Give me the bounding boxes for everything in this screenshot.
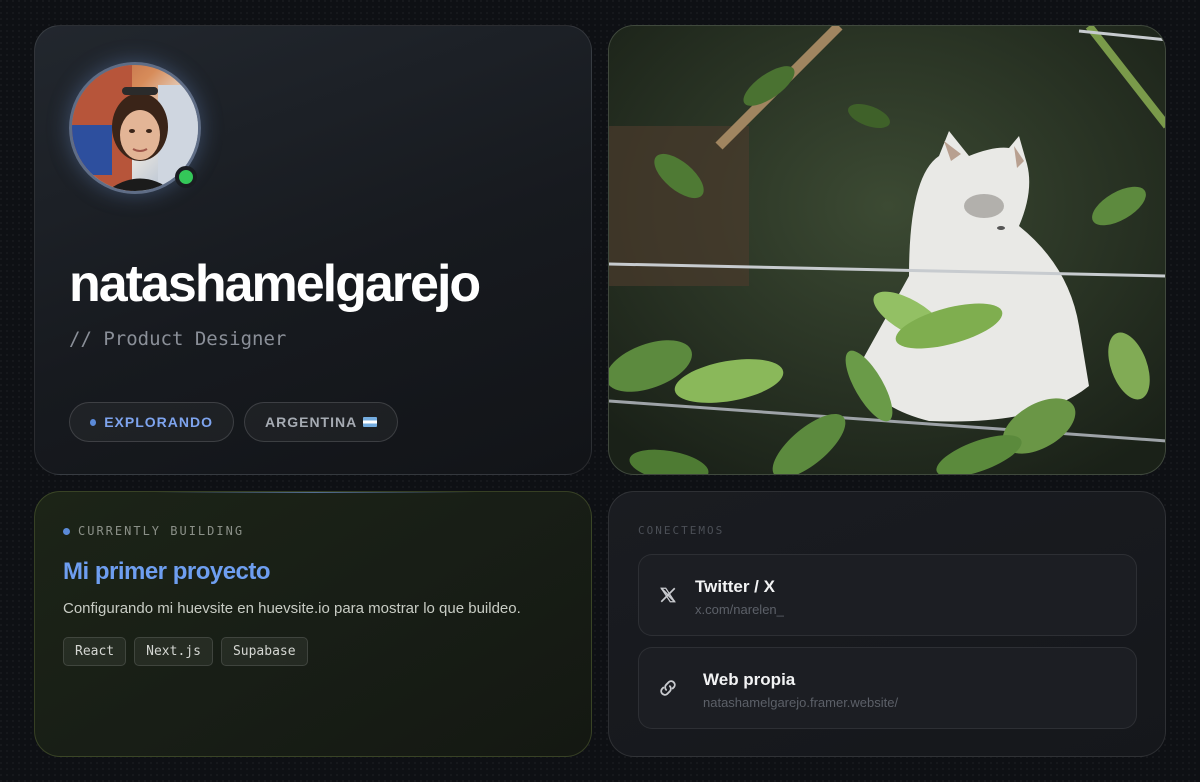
online-status-dot — [175, 166, 197, 188]
link-website[interactable]: Web propia natashamelgarejo.framer.websi… — [638, 647, 1137, 729]
link-twitter-title: Twitter / X — [695, 577, 775, 596]
profile-name: natashamelgarejo — [69, 255, 481, 313]
building-label-text: CURRENTLY BUILDING — [78, 524, 245, 538]
avatar[interactable] — [69, 62, 201, 194]
status-pill-label: EXPLORANDO — [104, 414, 213, 430]
argentina-flag-icon — [363, 417, 377, 427]
currently-building-card[interactable]: CURRENTLY BUILDING Mi primer proyecto Co… — [34, 491, 592, 757]
tag-supabase: Supabase — [220, 637, 308, 666]
top-glow — [155, 492, 475, 493]
profile-card: natashamelgarejo // Product Designer EXP… — [34, 25, 592, 475]
x-logo-icon — [657, 584, 679, 606]
link-twitter[interactable]: Twitter / X x.com/narelen_ — [638, 554, 1137, 636]
profile-role: // Product Designer — [69, 328, 287, 350]
tag-react: React — [63, 637, 127, 666]
connect-section-label: CONECTEMOS — [638, 524, 725, 537]
link-icon — [657, 677, 679, 699]
project-description: Configurando mi huevsite en huevsite.io … — [63, 600, 521, 617]
country-pill-label: ARGENTINA — [265, 414, 358, 430]
cat-photo — [609, 26, 1165, 474]
building-section-label: CURRENTLY BUILDING — [63, 524, 244, 538]
building-dot-icon — [63, 527, 70, 535]
photo-card[interactable] — [608, 25, 1166, 475]
link-website-title: Web propia — [703, 670, 796, 689]
link-website-url: natashamelgarejo.framer.website/ — [703, 695, 899, 710]
link-twitter-url: x.com/narelen_ — [695, 602, 784, 617]
connect-card: CONECTEMOS Twitter / X x.com/narelen_ We… — [608, 491, 1166, 757]
project-title[interactable]: Mi primer proyecto — [63, 558, 271, 586]
tag-nextjs: Next.js — [134, 637, 213, 666]
status-pill[interactable]: EXPLORANDO — [69, 402, 234, 442]
country-pill[interactable]: ARGENTINA — [244, 402, 398, 442]
status-dot-icon — [90, 418, 97, 426]
tech-tags: React Next.js Supabase — [63, 637, 308, 666]
